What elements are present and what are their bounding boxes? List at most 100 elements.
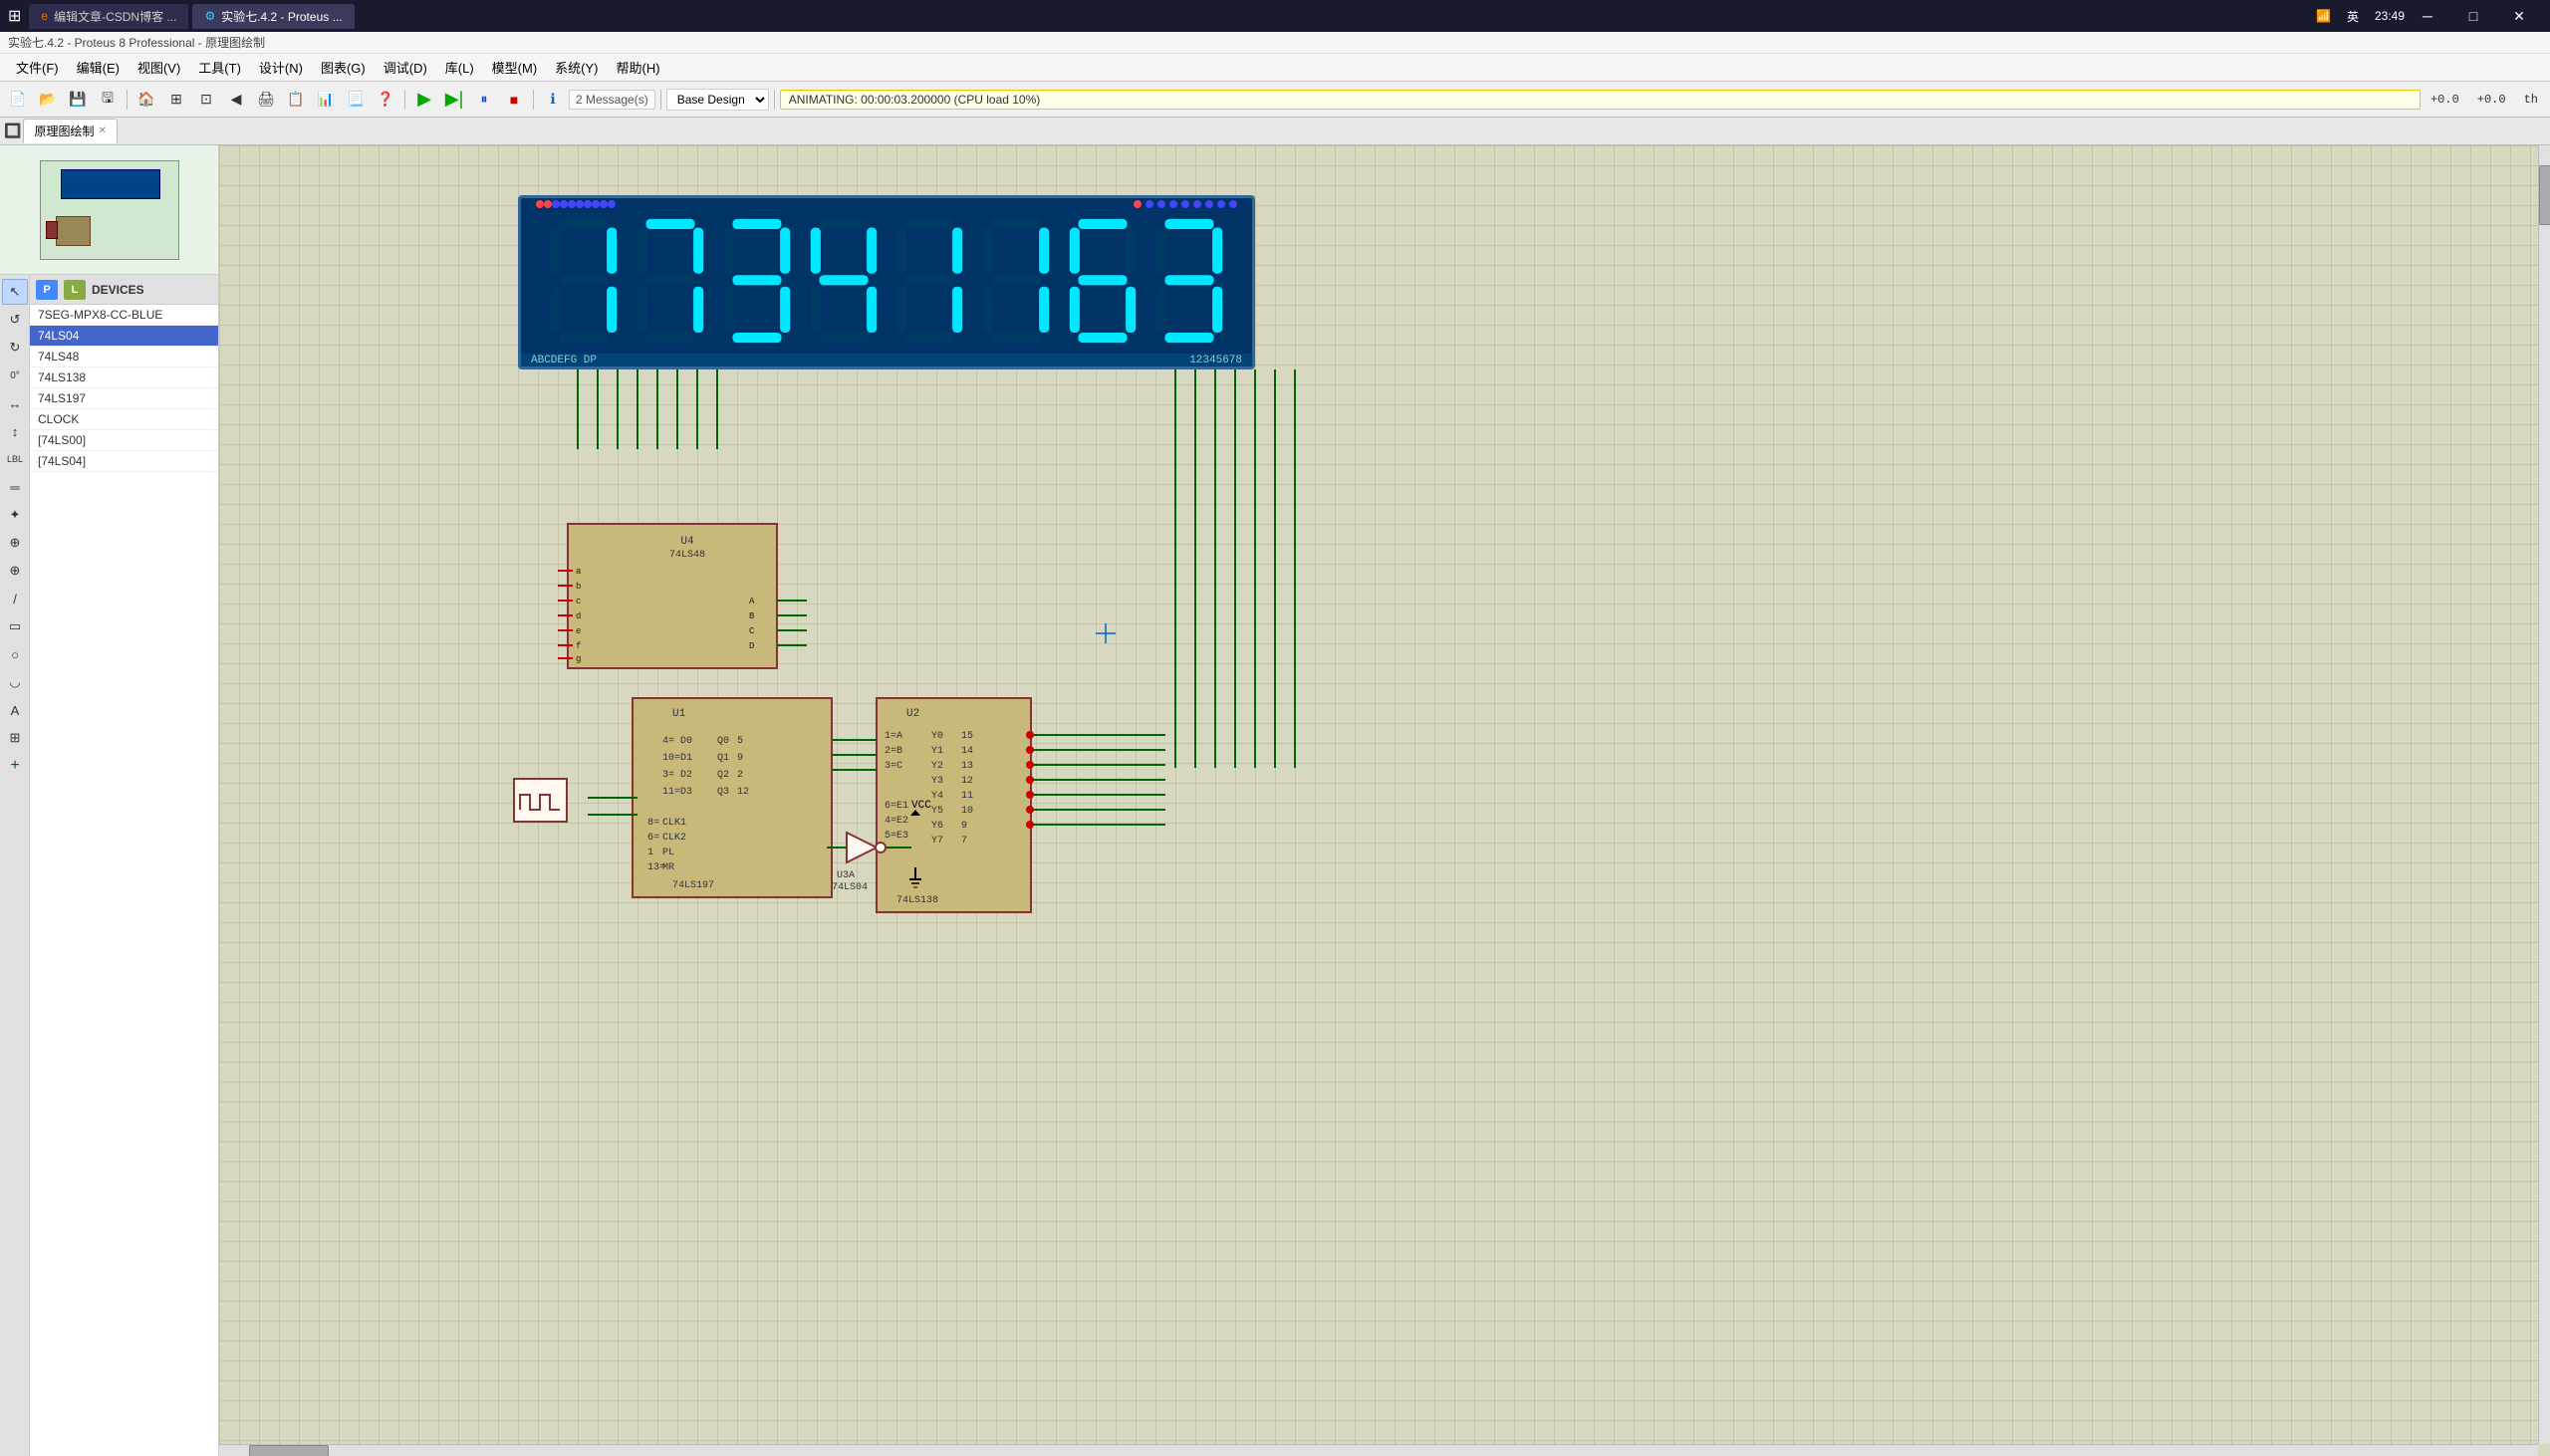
- digit-3: [717, 216, 797, 346]
- device-74ls00[interactable]: [74LS00]: [30, 430, 218, 451]
- svg-text:4=: 4=: [662, 736, 674, 747]
- svg-text:Y1: Y1: [931, 746, 943, 757]
- svg-text:D3: D3: [680, 787, 692, 798]
- tab-proteus[interactable]: ⚙ 实验七.4.2 - Proteus ...: [192, 4, 354, 29]
- menu-help[interactable]: 帮助(H): [609, 55, 668, 80]
- add-tool[interactable]: +: [2, 753, 28, 779]
- svg-text:7: 7: [961, 836, 967, 847]
- draw-tool[interactable]: /: [2, 586, 28, 611]
- device-74ls48[interactable]: 74LS48: [30, 347, 218, 367]
- animation-status: ANIMATING: 00:00:03.200000 (CPU load 10%…: [780, 90, 2421, 110]
- svg-text:12: 12: [737, 787, 749, 798]
- back-button[interactable]: ◀: [222, 87, 250, 113]
- schematic-canvas[interactable]: ABCDEFG DP 12345678: [219, 145, 2550, 1456]
- menu-debug[interactable]: 调试(D): [376, 55, 435, 80]
- seven-segment-display: ABCDEFG DP 12345678: [518, 195, 1255, 369]
- menu-view[interactable]: 视图(V): [129, 55, 188, 80]
- scrollbar-thumb-h[interactable]: [249, 1445, 329, 1456]
- menu-tools[interactable]: 工具(T): [190, 55, 249, 80]
- open-button[interactable]: 📂: [34, 87, 62, 113]
- menu-system[interactable]: 系统(Y): [547, 55, 606, 80]
- home-button[interactable]: 🏠: [132, 87, 160, 113]
- digit-4: [804, 216, 884, 346]
- angle-tool[interactable]: 0°: [2, 363, 28, 388]
- design-dropdown[interactable]: Base Design: [666, 89, 769, 111]
- windows-icon[interactable]: ⊞: [8, 6, 21, 26]
- device-74ls04[interactable]: 74LS04: [30, 326, 218, 347]
- help-btn[interactable]: ❓: [372, 87, 399, 113]
- svg-text:D: D: [749, 641, 754, 651]
- devices-p-button[interactable]: P: [36, 280, 58, 300]
- device-74ls04b[interactable]: [74LS04]: [30, 451, 218, 472]
- device-clock[interactable]: CLOCK: [30, 409, 218, 430]
- play-button[interactable]: ▶: [410, 87, 438, 113]
- close-button[interactable]: ✕: [2496, 0, 2542, 32]
- grid-button[interactable]: ⊞: [162, 87, 190, 113]
- conn-b16: [1229, 200, 1237, 208]
- undo-tool[interactable]: ↺: [2, 307, 28, 333]
- pdf-button[interactable]: 📋: [282, 87, 310, 113]
- zoom-in-tool[interactable]: ⊕: [2, 558, 28, 584]
- circle-tool[interactable]: ○: [2, 641, 28, 667]
- junction-tool[interactable]: ✦: [2, 502, 28, 528]
- horizontal-scrollbar[interactable]: [219, 1444, 2538, 1456]
- menu-edit[interactable]: 编辑(E): [69, 55, 128, 80]
- digit-1b: [890, 216, 969, 346]
- menu-design[interactable]: 设计(N): [251, 55, 311, 80]
- schematic-doc-tab[interactable]: 原理图绘制 ✕: [23, 119, 117, 143]
- power-tool[interactable]: ⊕: [2, 530, 28, 556]
- svg-text:10=: 10=: [662, 753, 680, 764]
- svg-text:a: a: [576, 567, 582, 577]
- seg-inner: ABCDEFG DP 12345678: [521, 198, 1252, 366]
- info-button[interactable]: ℹ: [539, 87, 567, 113]
- sep2: [404, 90, 405, 110]
- svg-text:74LS197: 74LS197: [672, 880, 714, 891]
- redo-tool[interactable]: ↻: [2, 335, 28, 361]
- svg-text:D2: D2: [680, 770, 692, 781]
- device-74ls138[interactable]: 74LS138: [30, 367, 218, 388]
- label-tool[interactable]: LBL: [2, 446, 28, 472]
- text-tool[interactable]: A: [2, 697, 28, 723]
- vertical-scrollbar[interactable]: [2538, 145, 2550, 1444]
- bom-button[interactable]: 📃: [342, 87, 370, 113]
- snap-button[interactable]: ⊡: [192, 87, 220, 113]
- minimize-button[interactable]: ─: [2405, 0, 2450, 32]
- bus-tool[interactable]: ═: [2, 474, 28, 500]
- mirror-tool[interactable]: ↕: [2, 418, 28, 444]
- svg-text:2=: 2=: [885, 746, 896, 757]
- tab-csdn[interactable]: e 编辑文章-CSDN博客 ...: [29, 4, 188, 29]
- device-74ls197[interactable]: 74LS197: [30, 388, 218, 409]
- svg-text:E3: E3: [896, 831, 908, 842]
- menu-lib[interactable]: 库(L): [437, 55, 482, 80]
- select-tool[interactable]: ↖: [2, 279, 28, 305]
- svg-text:3=: 3=: [662, 770, 674, 781]
- new-button[interactable]: 📄: [4, 87, 32, 113]
- conn-r2: [544, 200, 552, 208]
- sep4: [660, 90, 661, 110]
- scrollbar-thumb-v[interactable]: [2539, 165, 2550, 225]
- step-button[interactable]: ▶|: [440, 87, 468, 113]
- schematic-tab-close[interactable]: ✕: [98, 125, 106, 136]
- svg-text:11: 11: [961, 791, 973, 802]
- menu-file[interactable]: 文件(F): [8, 55, 67, 80]
- devices-l-button[interactable]: L: [64, 280, 86, 300]
- maximize-button[interactable]: □: [2450, 0, 2496, 32]
- conn-b6: [592, 200, 600, 208]
- device-7seg[interactable]: 7SEG-MPX8-CC-BLUE: [30, 305, 218, 326]
- svg-text:14: 14: [961, 746, 973, 757]
- print-button[interactable]: 🖨: [252, 87, 280, 113]
- save-all-button[interactable]: 🖫: [94, 87, 122, 113]
- system-tray: 📶 英 23:49: [2316, 8, 2405, 25]
- wire-tool[interactable]: ↔: [2, 390, 28, 416]
- pause-button[interactable]: ⏸: [470, 87, 498, 113]
- digit-7: [631, 216, 710, 346]
- symbol-tool[interactable]: ⊞: [2, 725, 28, 751]
- netlist-button[interactable]: 📊: [312, 87, 340, 113]
- messages-button[interactable]: 2 Message(s): [569, 90, 655, 110]
- arc-tool[interactable]: ◡: [2, 669, 28, 695]
- rect-tool[interactable]: ▭: [2, 613, 28, 639]
- menu-graph[interactable]: 图表(G): [313, 55, 374, 80]
- menu-model[interactable]: 模型(M): [484, 55, 546, 80]
- save-button[interactable]: 💾: [64, 87, 92, 113]
- stop-button[interactable]: ■: [500, 87, 528, 113]
